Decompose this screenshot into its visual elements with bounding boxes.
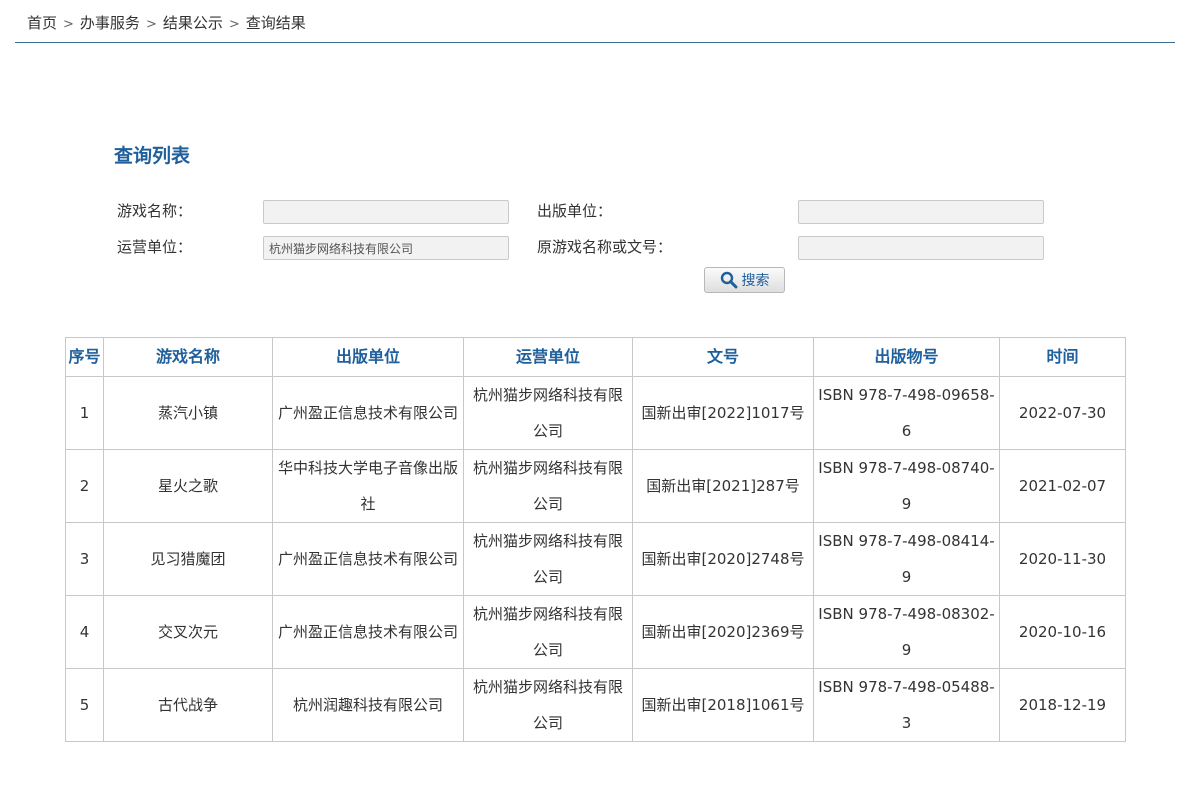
cell-publisher: 广州盈正信息技术有限公司 — [272, 376, 464, 450]
cell-isbn: ISBN 978-7-498-08414-9 — [813, 522, 1000, 596]
cell-publisher: 华中科技大学电子音像出版社 — [272, 449, 464, 523]
cell-game-name: 见习猎魔团 — [103, 522, 273, 596]
cell-operator: 杭州猫步网络科技有限公司 — [463, 595, 633, 669]
cell-index: 2 — [65, 449, 104, 523]
cell-operator: 杭州猫步网络科技有限公司 — [463, 522, 633, 596]
cell-index: 3 — [65, 522, 104, 596]
original-name-input[interactable] — [798, 236, 1044, 260]
breadcrumb-separator: > — [145, 17, 157, 32]
cell-operator: 杭州猫步网络科技有限公司 — [463, 449, 633, 523]
section-title: 查询列表 — [114, 145, 191, 167]
cell-publisher: 杭州润趣科技有限公司 — [272, 668, 464, 742]
breadcrumb-services[interactable]: 办事服务 — [80, 14, 140, 32]
cell-isbn: ISBN 978-7-498-09658-6 — [813, 376, 1000, 450]
breadcrumb-announcements[interactable]: 结果公示 — [163, 14, 223, 32]
operator-input[interactable] — [263, 236, 509, 260]
search-button-label: 搜索 — [741, 273, 770, 289]
page: 首页 > 办事服务 > 结果公示 > 查询结果 查询列表 游戏名称： 出版单位： 运营单位：… — [0, 0, 1192, 802]
breadcrumb-current: 查询结果 — [245, 14, 306, 32]
results-table: 序号 游戏名称 出版单位 运营单位 文号 出版物号 时间 1 蒸汽小镇 广州盈正… — [65, 337, 1126, 742]
header-isbn: 出版物号 — [813, 337, 1000, 377]
cell-date: 2022-07-30 — [999, 376, 1126, 450]
header-publisher: 出版单位 — [272, 337, 464, 377]
header-divider — [15, 42, 1175, 43]
cell-date: 2020-10-16 — [999, 595, 1126, 669]
table-row: 3 见习猎魔团 广州盈正信息技术有限公司 杭州猫步网络科技有限公司 国新出审[2… — [65, 522, 1126, 596]
table-row: 5 古代战争 杭州润趣科技有限公司 杭州猫步网络科技有限公司 国新出审[2018… — [65, 668, 1126, 742]
cell-isbn: ISBN 978-7-498-05488-3 — [813, 668, 1000, 742]
breadcrumb-separator: > — [63, 17, 74, 32]
cell-date: 2018-12-19 — [999, 668, 1126, 742]
breadcrumb: 首页 > 办事服务 > 结果公示 > 查询结果 — [27, 12, 306, 36]
game-name-label: 游戏名称： — [117, 202, 193, 220]
cell-index: 5 — [65, 668, 104, 742]
cell-game-name: 古代战争 — [103, 668, 273, 742]
table-row: 1 蒸汽小镇 广州盈正信息技术有限公司 杭州猫步网络科技有限公司 国新出审[20… — [65, 376, 1126, 450]
breadcrumb-home[interactable]: 首页 — [27, 14, 57, 32]
cell-approval-number: 国新出审[2021]287号 — [632, 449, 814, 523]
cell-approval-number: 国新出审[2020]2369号 — [632, 595, 814, 669]
cell-isbn: ISBN 978-7-498-08302-9 — [813, 595, 1000, 669]
cell-operator: 杭州猫步网络科技有限公司 — [463, 376, 633, 450]
cell-date: 2020-11-30 — [999, 522, 1126, 596]
game-name-input[interactable] — [263, 200, 509, 224]
cell-publisher: 广州盈正信息技术有限公司 — [272, 522, 464, 596]
cell-date: 2021-02-07 — [999, 449, 1126, 523]
header-game-name: 游戏名称 — [103, 337, 273, 377]
header-operator: 运营单位 — [463, 337, 633, 377]
cell-isbn: ISBN 978-7-498-08740-9 — [813, 449, 1000, 523]
cell-approval-number: 国新出审[2018]1061号 — [632, 668, 814, 742]
cell-publisher: 广州盈正信息技术有限公司 — [272, 595, 464, 669]
cell-game-name: 交叉次元 — [103, 595, 273, 669]
cell-approval-number: 国新出审[2022]1017号 — [632, 376, 814, 450]
table-row: 4 交叉次元 广州盈正信息技术有限公司 杭州猫步网络科技有限公司 国新出审[20… — [65, 595, 1126, 669]
cell-index: 1 — [65, 376, 104, 450]
original-name-label: 原游戏名称或文号： — [537, 238, 673, 256]
cell-index: 4 — [65, 595, 104, 669]
breadcrumb-separator: > — [228, 17, 240, 32]
header-approval-number: 文号 — [632, 337, 814, 377]
table-header-row: 序号 游戏名称 出版单位 运营单位 文号 出版物号 时间 — [65, 337, 1126, 377]
cell-game-name: 蒸汽小镇 — [103, 376, 273, 450]
cell-operator: 杭州猫步网络科技有限公司 — [463, 668, 633, 742]
operator-label: 运营单位： — [117, 238, 193, 256]
publisher-input[interactable] — [798, 200, 1044, 224]
cell-approval-number: 国新出审[2020]2748号 — [632, 522, 814, 596]
search-button[interactable]: 搜索 — [704, 267, 785, 293]
table-row: 2 星火之歌 华中科技大学电子音像出版社 杭州猫步网络科技有限公司 国新出审[2… — [65, 449, 1126, 523]
publisher-label: 出版单位： — [537, 202, 613, 220]
header-date: 时间 — [999, 337, 1126, 377]
magnifier-icon — [720, 271, 738, 289]
cell-game-name: 星火之歌 — [103, 449, 273, 523]
header-index: 序号 — [65, 337, 104, 377]
